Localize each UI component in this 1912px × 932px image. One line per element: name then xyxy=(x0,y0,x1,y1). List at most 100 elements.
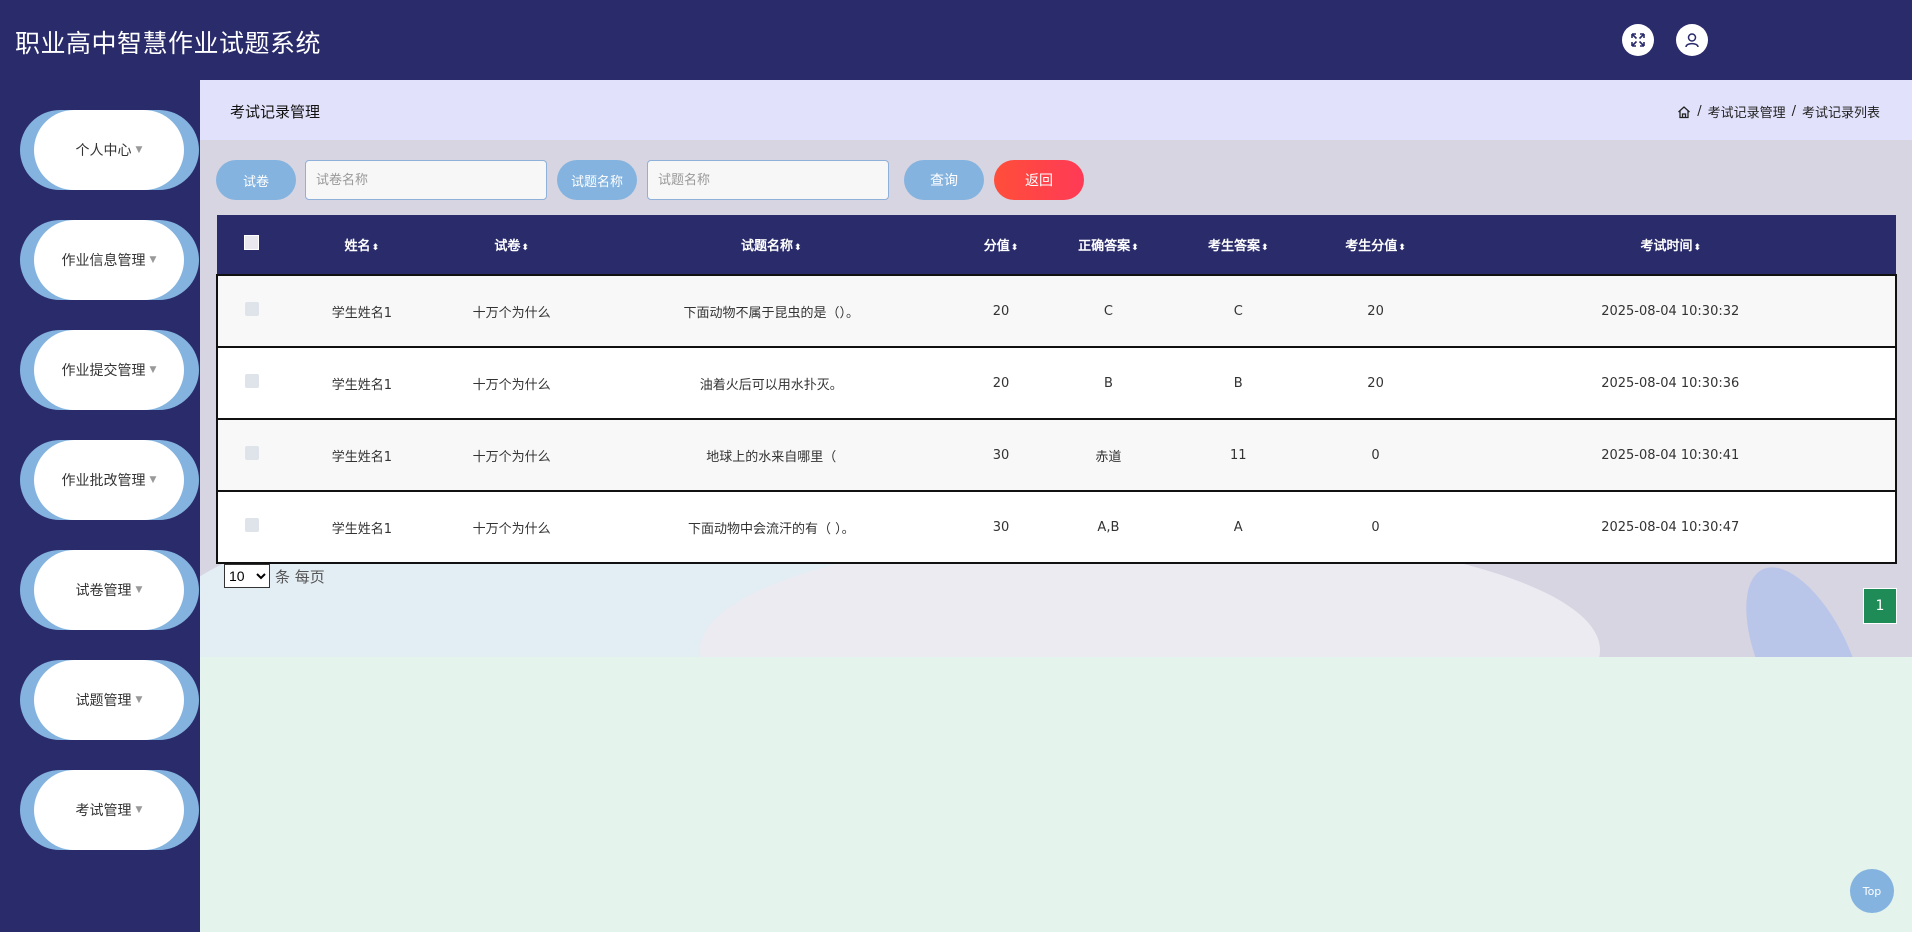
sidebar-item-question-management[interactable]: 试题管理 ▼ xyxy=(20,660,199,740)
table-row[interactable]: 学生姓名1 十万个为什么 下面动物不属于昆虫的是（）。 20 C C 20 20… xyxy=(217,275,1896,347)
table-row[interactable]: 学生姓名1 十万个为什么 油着火后可以用水扑灭。 20 B B 20 2025-… xyxy=(217,347,1896,419)
page-button-current[interactable]: 1 xyxy=(1863,588,1897,624)
breadcrumb-separator: / xyxy=(1697,104,1702,119)
column-header-exam-time[interactable]: 考试时间⬍ xyxy=(1445,215,1896,275)
breadcrumb-item-exam-record-management[interactable]: 考试记录管理 xyxy=(1708,102,1786,121)
sidebar-item-exam-management[interactable]: 考试管理 ▼ xyxy=(20,770,199,850)
select-all-checkbox[interactable] xyxy=(244,235,260,250)
caret-down-icon: ▼ xyxy=(149,365,157,375)
column-header-correct-answer[interactable]: 正确答案⬍ xyxy=(1046,215,1171,275)
column-header-question-name[interactable]: 试题名称⬍ xyxy=(587,215,957,275)
per-page-label: 条 每页 xyxy=(275,567,325,586)
sidebar-item-homework-info[interactable]: 作业信息管理 ▼ xyxy=(20,220,199,300)
query-button[interactable]: 查询 xyxy=(904,160,984,200)
cell-name: 学生姓名1 xyxy=(331,377,392,393)
question-name-input[interactable] xyxy=(647,160,889,200)
cell-student-answer: A xyxy=(1233,519,1243,535)
app-title: 职业高中智慧作业试题系统 xyxy=(15,29,322,58)
sidebar-item-homework-submit[interactable]: 作业提交管理 ▼ xyxy=(20,330,199,410)
cell-name: 学生姓名1 xyxy=(331,305,392,321)
breadcrumb-separator: / xyxy=(1791,104,1796,119)
column-header-name[interactable]: 姓名⬍ xyxy=(287,215,437,275)
cell-score: 30 xyxy=(992,447,1010,463)
sort-icon: ⬍ xyxy=(521,243,529,253)
caret-down-icon: ▼ xyxy=(149,475,157,485)
breadcrumb: / 考试记录管理 / 考试记录列表 xyxy=(1677,102,1880,121)
sidebar-item-homework-grading[interactable]: 作业批改管理 ▼ xyxy=(20,440,199,520)
sidebar-item-label: 作业批改管理 xyxy=(61,473,146,489)
sidebar-item-paper-management[interactable]: 试卷管理 ▼ xyxy=(20,550,199,630)
cell-correct-answer: A,B xyxy=(1097,519,1120,535)
table-row[interactable]: 学生姓名1 十万个为什么 地球上的水来自哪里（ 30 赤道 11 0 2025-… xyxy=(217,419,1896,491)
cell-student-score: 20 xyxy=(1367,303,1384,319)
top-bar: 职业高中智慧作业试题系统 xyxy=(0,0,1912,80)
table-row[interactable]: 学生姓名1 十万个为什么 下面动物中会流汗的有（ ）。 30 A,B A 0 2… xyxy=(217,491,1896,563)
cell-correct-answer: 赤道 xyxy=(1095,449,1122,465)
breadcrumb-item-exam-record-list: 考试记录列表 xyxy=(1801,106,1880,121)
sort-icon: ⬍ xyxy=(1010,243,1019,253)
caret-down-icon: ▼ xyxy=(149,255,157,265)
caret-down-icon: ▼ xyxy=(135,695,143,705)
cell-exam-time: 2025-08-04 10:30:32 xyxy=(1601,303,1740,319)
cell-student-score: 0 xyxy=(1371,519,1380,535)
column-header-student-answer[interactable]: 考生答案⬍ xyxy=(1171,215,1306,275)
cell-question-name: 地球上的水来自哪里（ xyxy=(706,449,837,465)
back-button[interactable]: 返回 xyxy=(994,160,1084,200)
user-icon xyxy=(1685,33,1699,48)
sort-icon: ⬍ xyxy=(1398,243,1406,253)
cell-paper: 十万个为什么 xyxy=(472,521,551,537)
cell-paper: 十万个为什么 xyxy=(472,449,551,465)
sidebar-item-label: 个人中心 xyxy=(75,143,132,159)
row-checkbox[interactable] xyxy=(245,446,260,460)
main-content: 考试记录管理 / 考试记录管理 / 考试记录列表 试卷 试题名称 查询 返回 姓… xyxy=(200,80,1912,932)
fullscreen-icon xyxy=(1631,33,1645,47)
page-size-select[interactable]: 102050100 xyxy=(224,564,270,588)
paper-label: 试卷 xyxy=(216,160,296,200)
cell-correct-answer: C xyxy=(1103,303,1113,319)
caret-down-icon: ▼ xyxy=(135,145,143,155)
sidebar-item-personal-center[interactable]: 个人中心 ▼ xyxy=(20,110,199,190)
home-icon[interactable] xyxy=(1677,105,1691,119)
back-to-top-button[interactable]: Top xyxy=(1850,869,1894,913)
cell-score: 20 xyxy=(992,375,1010,391)
column-header-score[interactable]: 分值⬍ xyxy=(956,215,1046,275)
sort-icon: ⬍ xyxy=(1131,243,1139,253)
sidebar-item-label: 试卷管理 xyxy=(75,583,132,599)
cell-question-name: 下面动物不属于昆虫的是（）。 xyxy=(683,305,860,321)
column-header-paper[interactable]: 试卷⬍ xyxy=(437,215,587,275)
cell-exam-time: 2025-08-04 10:30:41 xyxy=(1601,447,1740,463)
cell-name: 学生姓名1 xyxy=(331,521,392,537)
cell-student-answer: C xyxy=(1233,303,1243,319)
row-checkbox[interactable] xyxy=(245,374,260,388)
paper-name-input[interactable] xyxy=(305,160,547,200)
sidebar: 个人中心 ▼ 作业信息管理 ▼ 作业提交管理 ▼ 作业批改管理 ▼ 试卷管理 ▼ 试题管理… xyxy=(0,80,200,932)
cell-correct-answer: B xyxy=(1103,375,1113,391)
page-title: 考试记录管理 xyxy=(230,103,321,121)
column-header-student-score[interactable]: 考生分值⬍ xyxy=(1306,215,1446,275)
row-checkbox[interactable] xyxy=(245,302,260,316)
sidebar-item-label: 作业提交管理 xyxy=(61,363,146,379)
cell-question-name: 下面动物中会流汗的有（ ）。 xyxy=(687,521,855,537)
cell-student-answer: 11 xyxy=(1229,447,1247,463)
cell-student-score: 0 xyxy=(1371,447,1380,463)
question-name-label: 试题名称 xyxy=(557,160,637,200)
sort-icon: ⬍ xyxy=(1260,243,1269,253)
table-header-row: 姓名⬍ 试卷⬍ 试题名称⬍ 分值⬍ 正确答案⬍ 考生答案⬍ 考生分值⬍ 考试时间… xyxy=(217,215,1896,275)
sort-icon: ⬍ xyxy=(371,243,380,253)
cell-student-answer: B xyxy=(1233,375,1243,391)
cell-student-score: 20 xyxy=(1367,375,1384,391)
cell-score: 20 xyxy=(992,303,1010,319)
sort-icon: ⬍ xyxy=(1693,243,1702,253)
fullscreen-button[interactable] xyxy=(1622,24,1654,56)
breadcrumb-bar: 考试记录管理 / 考试记录管理 / 考试记录列表 xyxy=(200,80,1912,140)
cell-exam-time: 2025-08-04 10:30:47 xyxy=(1601,519,1740,535)
cell-name: 学生姓名1 xyxy=(331,449,392,465)
exam-record-table: 姓名⬍ 试卷⬍ 试题名称⬍ 分值⬍ 正确答案⬍ 考生答案⬍ 考生分值⬍ 考试时间… xyxy=(216,215,1897,564)
cell-score: 30 xyxy=(992,519,1010,535)
sidebar-item-label: 试题管理 xyxy=(75,693,132,709)
row-checkbox[interactable] xyxy=(245,518,260,532)
caret-down-icon: ▼ xyxy=(135,805,143,815)
cell-paper: 十万个为什么 xyxy=(472,305,551,321)
sidebar-item-label: 作业信息管理 xyxy=(61,253,146,269)
user-button[interactable] xyxy=(1676,24,1708,56)
